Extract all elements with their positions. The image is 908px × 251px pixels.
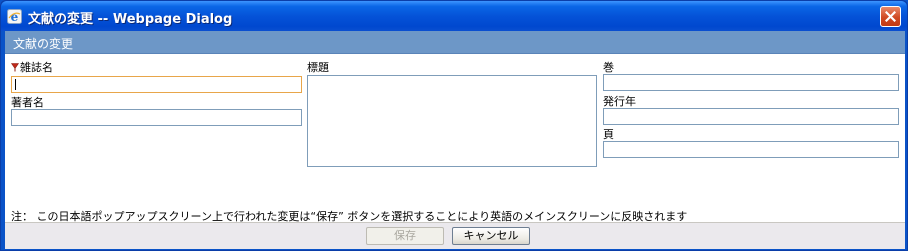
required-flag-icon bbox=[11, 63, 19, 72]
window-title: 文献の変更 -- Webpage Dialog bbox=[28, 12, 233, 27]
year-input[interactable] bbox=[603, 108, 899, 125]
close-button[interactable] bbox=[880, 6, 901, 27]
volume-input[interactable] bbox=[603, 74, 899, 91]
page-input[interactable] bbox=[603, 141, 899, 158]
section-title: 文献の変更 bbox=[13, 37, 74, 51]
author-label: 著者名 bbox=[11, 96, 44, 109]
title-bar[interactable]: e 文献の変更 -- Webpage Dialog bbox=[1, 1, 907, 31]
journal-label-wrapper: 雑誌名 bbox=[11, 59, 53, 75]
page-label: 頁 bbox=[603, 128, 614, 141]
volume-label: 巻 bbox=[603, 61, 614, 74]
author-input[interactable] bbox=[11, 109, 302, 126]
journal-input[interactable] bbox=[11, 76, 302, 93]
ie-icon: e bbox=[7, 9, 22, 24]
svg-text:e: e bbox=[11, 10, 19, 24]
close-icon bbox=[885, 11, 896, 22]
text-caret bbox=[15, 79, 16, 90]
button-bar: 保存 キャンセル bbox=[5, 222, 905, 249]
save-button[interactable]: 保存 bbox=[366, 227, 444, 245]
cancel-button[interactable]: キャンセル bbox=[452, 227, 530, 245]
dialog-window: e 文献の変更 -- Webpage Dialog 文献の変更 雑誌名 著者名 … bbox=[0, 0, 908, 251]
dialog-client-area: 文献の変更 雑誌名 著者名 標題 巻 発行年 頁 注： この日本語ポップアップス… bbox=[5, 31, 905, 249]
year-label: 発行年 bbox=[603, 95, 636, 108]
journal-label: 雑誌名 bbox=[20, 61, 53, 74]
reference-form: 雑誌名 著者名 標題 巻 発行年 頁 注： この日本語ポップアップスクリーン上で… bbox=[5, 54, 905, 223]
section-header: 文献の変更 bbox=[5, 31, 905, 54]
title-label: 標題 bbox=[307, 61, 329, 74]
title-textarea[interactable] bbox=[307, 75, 597, 167]
